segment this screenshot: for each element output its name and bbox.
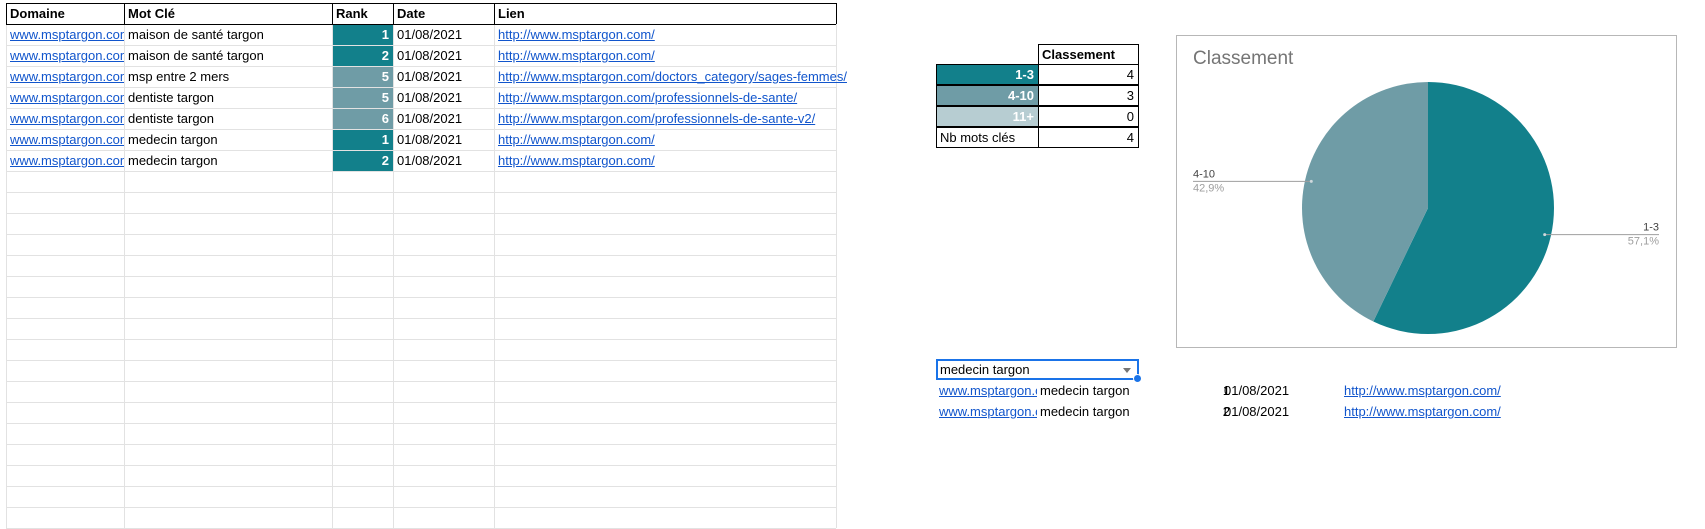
cell-date[interactable]: 01/08/2021 [394, 67, 494, 87]
grid-line [6, 213, 836, 214]
grid-line [6, 171, 836, 172]
cell-date[interactable]: 01/08/2021 [394, 25, 494, 45]
cell-domaine[interactable]: www.msptargon.com [7, 88, 124, 108]
result-lien[interactable]: http://www.msptargon.com/ [1344, 402, 1501, 422]
cell-rank[interactable]: 6 [333, 109, 393, 129]
cell-date[interactable]: 01/08/2021 [394, 151, 494, 171]
pie-label: 1-3 [1643, 222, 1659, 234]
column-header-domaine[interactable]: Domaine [7, 4, 124, 25]
cell-date[interactable]: 01/08/2021 [394, 88, 494, 108]
cell-mot-cle[interactable]: msp entre 2 mers [125, 67, 332, 87]
pie-svg: 1-3 57,1% 4-10 42,9% [1193, 82, 1659, 334]
cell-lien[interactable]: http://www.msptargon.com/doctors_categor… [495, 67, 847, 87]
grid-line [6, 318, 836, 319]
cell-domaine[interactable]: www.msptargon.com [7, 67, 124, 87]
summary-value[interactable]: 0 [1038, 106, 1139, 127]
cell-domaine[interactable]: www.msptargon.com [7, 151, 124, 171]
summary-header[interactable]: Classement [1038, 44, 1139, 65]
grid-line [6, 339, 836, 340]
cell-domaine[interactable]: www.msptargon.com [7, 130, 124, 150]
grid-line [6, 465, 836, 466]
cell-rank[interactable]: 2 [333, 46, 393, 66]
grid-line [6, 486, 836, 487]
cell-rank[interactable]: 1 [333, 25, 393, 45]
grid-line [6, 192, 836, 193]
grid-line [6, 402, 836, 403]
summary-label[interactable]: 1-3 [936, 64, 1039, 85]
grid-line [6, 381, 836, 382]
cell-rank[interactable]: 5 [333, 88, 393, 108]
cell-mot-cle[interactable]: maison de santé targon [125, 25, 332, 45]
keyword-filter-dropdown[interactable]: medecin targon [936, 359, 1142, 383]
chevron-down-icon[interactable] [1123, 368, 1131, 373]
column-header-rank[interactable]: Rank [333, 4, 393, 25]
fill-handle[interactable] [1133, 374, 1142, 383]
pie-percent-label: 42,9% [1193, 182, 1224, 194]
cell-rank[interactable]: 1 [333, 130, 393, 150]
summary-value[interactable]: 4 [1038, 127, 1139, 148]
cell-rank[interactable]: 2 [333, 151, 393, 171]
cell-mot-cle[interactable]: medecin targon [125, 130, 332, 150]
dropdown-selected-value: medecin targon [940, 362, 1030, 377]
grid-line [6, 297, 836, 298]
grid-line [6, 276, 836, 277]
cell-lien[interactable]: http://www.msptargon.com/ [495, 46, 836, 66]
cell-lien[interactable]: http://www.msptargon.com/ [495, 130, 836, 150]
grid-line [6, 255, 836, 256]
cell-lien[interactable]: http://www.msptargon.com/ [495, 25, 836, 45]
cell-mot-cle[interactable]: maison de santé targon [125, 46, 332, 66]
result-domaine[interactable]: www.msptargon.com [939, 402, 1037, 422]
pie-leader-dot [1309, 179, 1313, 183]
cell-domaine[interactable]: www.msptargon.com [7, 46, 124, 66]
cell-lien[interactable]: http://www.msptargon.com/professionnels-… [495, 109, 836, 129]
result-mot-cle: medecin targon [1040, 383, 1130, 398]
summary-label[interactable]: Nb mots clés [936, 127, 1039, 148]
summary-value[interactable]: 3 [1038, 85, 1139, 106]
result-mot-cle: medecin targon [1040, 404, 1130, 419]
result-date: 01/08/2021 [1224, 404, 1290, 419]
cell-lien[interactable]: http://www.msptargon.com/professionnels-… [495, 88, 836, 108]
cell-mot-cle[interactable]: medecin targon [125, 151, 332, 171]
cell-domaine[interactable]: www.msptargon.com [7, 25, 124, 45]
column-header-mot-cle[interactable]: Mot Clé [125, 4, 332, 25]
grid-line [6, 444, 836, 445]
cell-mot-cle[interactable]: dentiste targon [125, 88, 332, 108]
cell-date[interactable]: 01/08/2021 [394, 109, 494, 129]
pie-label: 4-10 [1193, 168, 1215, 180]
summary-value[interactable]: 4 [1038, 64, 1139, 85]
summary-label[interactable]: 4-10 [936, 85, 1039, 106]
cell-domaine[interactable]: www.msptargon.com [7, 109, 124, 129]
result-domaine[interactable]: www.msptargon.com [939, 381, 1037, 401]
pie-leader-dot [1543, 233, 1547, 237]
cell-date[interactable]: 01/08/2021 [394, 46, 494, 66]
pie-chart[interactable]: Classement 1-3 57,1% 4-10 42,9% [1176, 35, 1677, 348]
grid-line [6, 234, 836, 235]
cell-lien[interactable]: http://www.msptargon.com/ [495, 151, 836, 171]
cell-rank[interactable]: 5 [333, 67, 393, 87]
summary-label[interactable]: 11+ [936, 106, 1039, 127]
result-lien[interactable]: http://www.msptargon.com/ [1344, 381, 1501, 401]
grid-line [6, 507, 836, 508]
grid-line [6, 423, 836, 424]
cell-mot-cle[interactable]: dentiste targon [125, 109, 332, 129]
column-header-date[interactable]: Date [394, 4, 494, 25]
cell-date[interactable]: 01/08/2021 [394, 130, 494, 150]
pie-percent-label: 57,1% [1628, 236, 1659, 248]
grid-line [6, 360, 836, 361]
column-header-lien[interactable]: Lien [495, 4, 836, 25]
header-border [836, 3, 837, 24]
result-date: 01/08/2021 [1224, 383, 1290, 398]
